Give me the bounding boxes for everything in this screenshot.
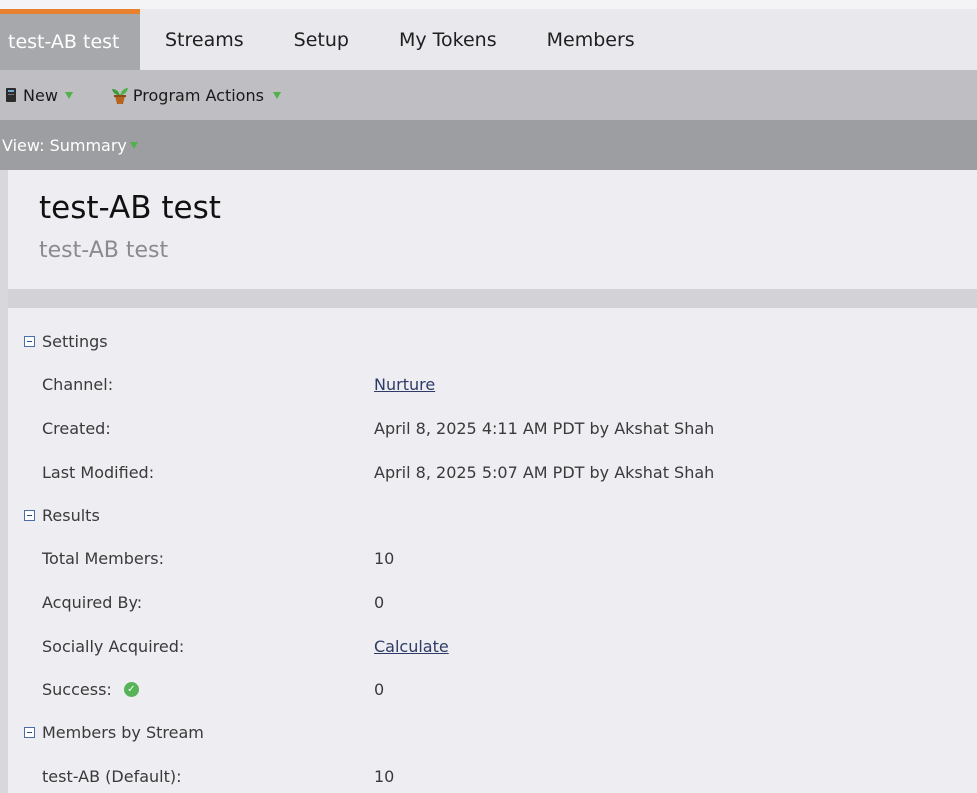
program-actions-label: Program Actions <box>132 85 264 105</box>
collapse-icon <box>24 727 35 738</box>
created-label: Created: <box>42 419 111 438</box>
new-icon <box>5 87 17 103</box>
view-bar: View: Summary <box>0 120 977 170</box>
view-label: View: Summary <box>2 135 127 155</box>
members-by-stream-heading: Members by Stream <box>42 723 204 742</box>
socially-acquired-label: Socially Acquired: <box>42 637 185 656</box>
success-check-icon: ✓ <box>123 682 139 697</box>
tab-my-tokens[interactable]: My Tokens <box>374 9 522 70</box>
tab-members[interactable]: Members <box>522 9 660 70</box>
view-summary-dropdown[interactable]: View: Summary <box>0 136 138 155</box>
tab-streams[interactable]: Streams <box>140 9 269 70</box>
channel-label: Channel: <box>42 375 114 394</box>
results-section-toggle[interactable]: Results <box>24 506 100 525</box>
success-label: Success: <box>42 680 112 699</box>
toolbar: New Program Actions <box>0 70 977 120</box>
chevron-down-icon <box>129 141 138 149</box>
success-row-label: Success: ✓ <box>42 680 139 699</box>
tab-program-summary[interactable]: test-AB test <box>0 9 140 70</box>
chevron-down-icon <box>64 91 73 99</box>
settings-heading: Settings <box>42 332 108 351</box>
total-members-value: 10 <box>374 549 395 568</box>
acquired-by-value: 0 <box>374 593 385 612</box>
program-header: test-AB test test-AB test <box>8 170 977 289</box>
left-edge <box>0 170 8 793</box>
new-label: New <box>23 85 58 105</box>
calculate-link[interactable]: Calculate <box>374 637 449 656</box>
tab-bar: test-AB test Streams Setup My Tokens Mem… <box>0 9 977 70</box>
settings-section-toggle[interactable]: Settings <box>24 332 108 351</box>
page-title: test-AB test <box>39 190 221 226</box>
page-subtitle: test-AB test <box>39 238 169 263</box>
stream-row-label: test-AB (Default): <box>42 767 182 786</box>
top-strip <box>0 0 977 9</box>
members-by-stream-section-toggle[interactable]: Members by Stream <box>24 723 204 742</box>
collapse-icon <box>24 336 35 347</box>
results-heading: Results <box>42 506 100 525</box>
summary-panel: Settings Channel: Nurture Created: April… <box>8 308 977 793</box>
divider <box>8 289 977 308</box>
plant-icon <box>110 85 130 105</box>
success-value: 0 <box>374 680 385 699</box>
created-value: April 8, 2025 4:11 AM PDT by Akshat Shah <box>374 419 715 438</box>
tab-setup[interactable]: Setup <box>269 9 374 70</box>
last-modified-value: April 8, 2025 5:07 AM PDT by Akshat Shah <box>374 463 715 482</box>
program-actions-button[interactable]: Program Actions <box>110 85 281 105</box>
stream-row-value: 10 <box>374 767 395 786</box>
channel-link[interactable]: Nurture <box>374 375 435 394</box>
total-members-label: Total Members: <box>42 549 164 568</box>
acquired-by-label: Acquired By: <box>42 593 143 612</box>
chevron-down-icon <box>272 91 281 99</box>
new-button[interactable]: New <box>5 86 73 105</box>
collapse-icon <box>24 510 35 521</box>
last-modified-label: Last Modified: <box>42 463 155 482</box>
